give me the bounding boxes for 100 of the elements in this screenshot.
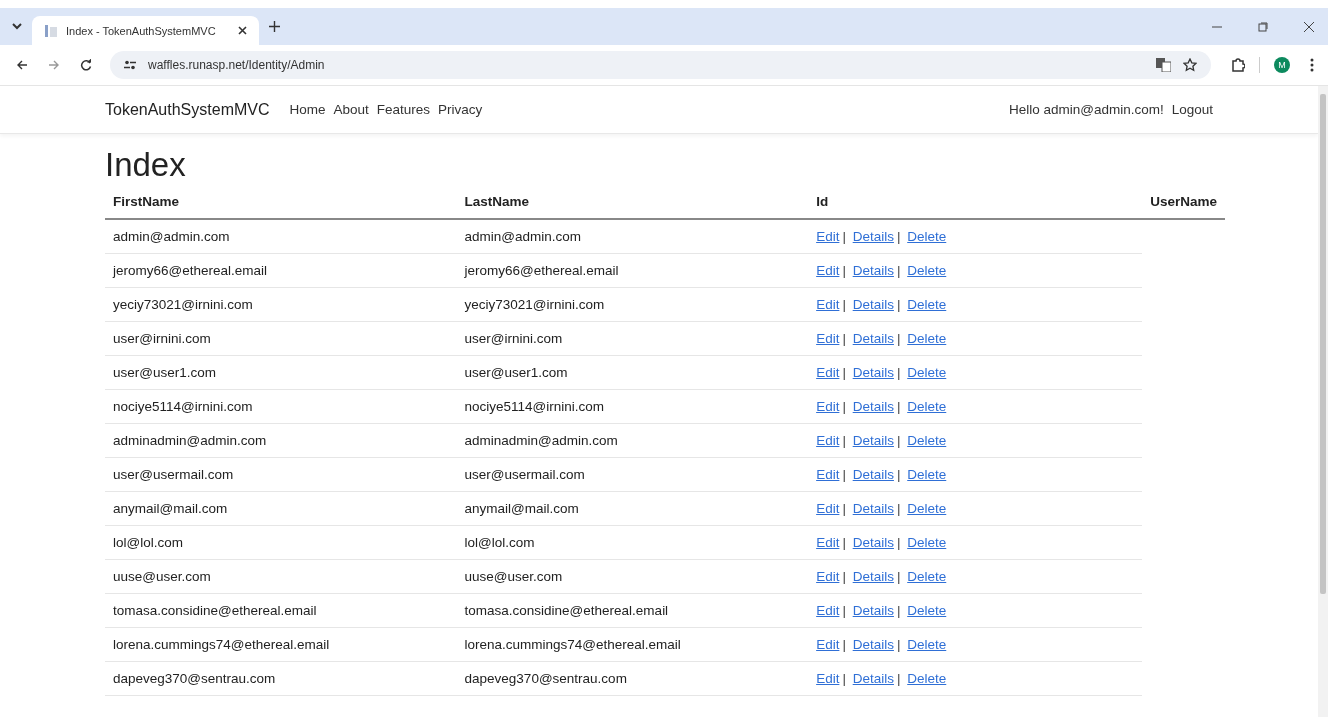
action-link[interactable]: Delete: [907, 399, 947, 414]
table-cell: adminadmin@admin.com: [456, 423, 809, 458]
action-link[interactable]: Delete: [907, 297, 947, 312]
separator-text: |: [842, 467, 846, 482]
greeting-text: Hello admin@admin.com!: [1007, 102, 1165, 117]
separator-text: |: [842, 671, 846, 686]
action-link[interactable]: Details: [852, 671, 894, 686]
action-link[interactable]: Edit: [816, 365, 840, 380]
separator-text: |: [896, 365, 901, 380]
action-link[interactable]: Delete: [907, 365, 947, 380]
translate-icon[interactable]: [1156, 58, 1171, 72]
action-link[interactable]: Details: [852, 433, 894, 448]
action-link[interactable]: Details: [852, 603, 894, 618]
address-bar[interactable]: waffles.runasp.net/Identity/Admin: [110, 51, 1211, 79]
action-link[interactable]: Delete: [907, 467, 947, 482]
action-link[interactable]: Delete: [907, 263, 947, 278]
star-icon[interactable]: [1183, 58, 1197, 72]
separator-text: |: [896, 569, 901, 584]
table-cell: nociye5114@irnini.com: [456, 389, 809, 424]
action-link[interactable]: Edit: [816, 331, 840, 346]
action-link[interactable]: Delete: [907, 535, 947, 550]
separator-text: |: [842, 297, 846, 312]
separator-text: |: [842, 365, 846, 380]
action-link[interactable]: Details: [852, 365, 894, 380]
plus-icon[interactable]: [268, 21, 280, 32]
action-link[interactable]: Details: [852, 229, 894, 244]
table-cell: user@usermail.com: [105, 457, 457, 492]
restore-icon[interactable]: [1258, 21, 1268, 32]
action-link[interactable]: Edit: [816, 603, 840, 618]
action-link[interactable]: Delete: [907, 603, 947, 618]
table-cell: lol@lol.com: [456, 525, 809, 560]
separator-text: |: [842, 331, 846, 346]
brand-link[interactable]: TokenAuthSystemMVC: [105, 100, 270, 119]
close-icon[interactable]: [1304, 21, 1314, 32]
action-link[interactable]: Details: [852, 501, 894, 516]
action-link[interactable]: Delete: [907, 229, 947, 244]
nav-link[interactable]: About: [329, 102, 373, 117]
separator-text: |: [896, 297, 901, 312]
forward-arrow-icon[interactable]: [48, 59, 60, 71]
chevron-down-icon[interactable]: [12, 23, 22, 30]
action-link[interactable]: Details: [852, 637, 894, 652]
separator-text: |: [896, 399, 901, 414]
separator-text: |: [896, 637, 901, 652]
action-link[interactable]: Edit: [816, 569, 840, 584]
action-link[interactable]: Edit: [816, 637, 840, 652]
action-link[interactable]: Delete: [907, 433, 947, 448]
menu-icon[interactable]: [1310, 58, 1314, 72]
table-cell: tomasa.considine@ethereal.email: [105, 593, 457, 628]
table-cell: anymail@mail.com: [456, 491, 809, 526]
separator-text: |: [896, 229, 901, 244]
back-arrow-icon[interactable]: [16, 59, 28, 71]
logout-link[interactable]: Logout: [1167, 102, 1217, 117]
table-cell: lol@lol.com: [105, 525, 457, 560]
separator-text: |: [896, 603, 901, 618]
action-link[interactable]: Details: [852, 263, 894, 278]
separator-text: |: [896, 331, 901, 346]
action-link[interactable]: Details: [852, 297, 894, 312]
action-link[interactable]: Details: [852, 569, 894, 584]
table-cell: yeciy73021@irnini.com: [105, 287, 457, 322]
action-link[interactable]: Edit: [816, 535, 840, 550]
action-link[interactable]: Delete: [907, 501, 947, 516]
action-link[interactable]: Edit: [816, 433, 840, 448]
action-link[interactable]: Edit: [816, 399, 840, 414]
nav-link[interactable]: Home: [285, 102, 330, 117]
action-link[interactable]: Details: [852, 399, 894, 414]
reload-icon[interactable]: [80, 59, 92, 71]
site-settings-icon[interactable]: [124, 60, 136, 70]
action-link[interactable]: Edit: [816, 467, 840, 482]
puzzle-icon[interactable]: [1231, 58, 1245, 72]
action-link[interactable]: Edit: [816, 263, 840, 278]
action-link[interactable]: Delete: [907, 331, 947, 346]
action-link[interactable]: Delete: [907, 637, 947, 652]
table-cell: yeciy73021@irnini.com: [456, 287, 809, 322]
column-header: FirstName: [105, 194, 457, 219]
nav-link[interactable]: Privacy: [434, 102, 487, 117]
action-link[interactable]: Details: [852, 535, 894, 550]
separator-text: |: [842, 501, 846, 516]
table-cell: user@irnini.com: [105, 321, 457, 356]
action-link[interactable]: Delete: [907, 671, 947, 686]
table-cell: user@irnini.com: [456, 321, 809, 356]
separator-text: |: [896, 535, 901, 550]
table-cell: user@user1.com: [105, 355, 457, 390]
action-link[interactable]: Edit: [816, 229, 840, 244]
table-cell: jeromy66@ethereal.email: [456, 253, 809, 288]
action-link[interactable]: Edit: [816, 671, 840, 686]
table-cell: nociye5114@irnini.com: [105, 389, 457, 424]
separator-text: |: [842, 263, 846, 278]
action-link[interactable]: Edit: [816, 501, 840, 516]
action-link[interactable]: Edit: [816, 297, 840, 312]
table-cell: dapeveg370@sentrau.com: [105, 661, 457, 696]
action-link[interactable]: Delete: [907, 569, 947, 584]
profile-avatar[interactable]: M: [1274, 57, 1290, 73]
action-link[interactable]: Details: [852, 331, 894, 346]
action-link[interactable]: Details: [852, 467, 894, 482]
table-cell: anymail@mail.com: [105, 491, 457, 526]
close-icon[interactable]: [237, 26, 247, 35]
nav-link[interactable]: Features: [372, 102, 435, 117]
separator-text: |: [842, 535, 846, 550]
table-cell: lorena.cummings74@ethereal.email: [456, 627, 809, 662]
browser-tab[interactable]: Index - TokenAuthSystemMVC: [32, 16, 259, 45]
